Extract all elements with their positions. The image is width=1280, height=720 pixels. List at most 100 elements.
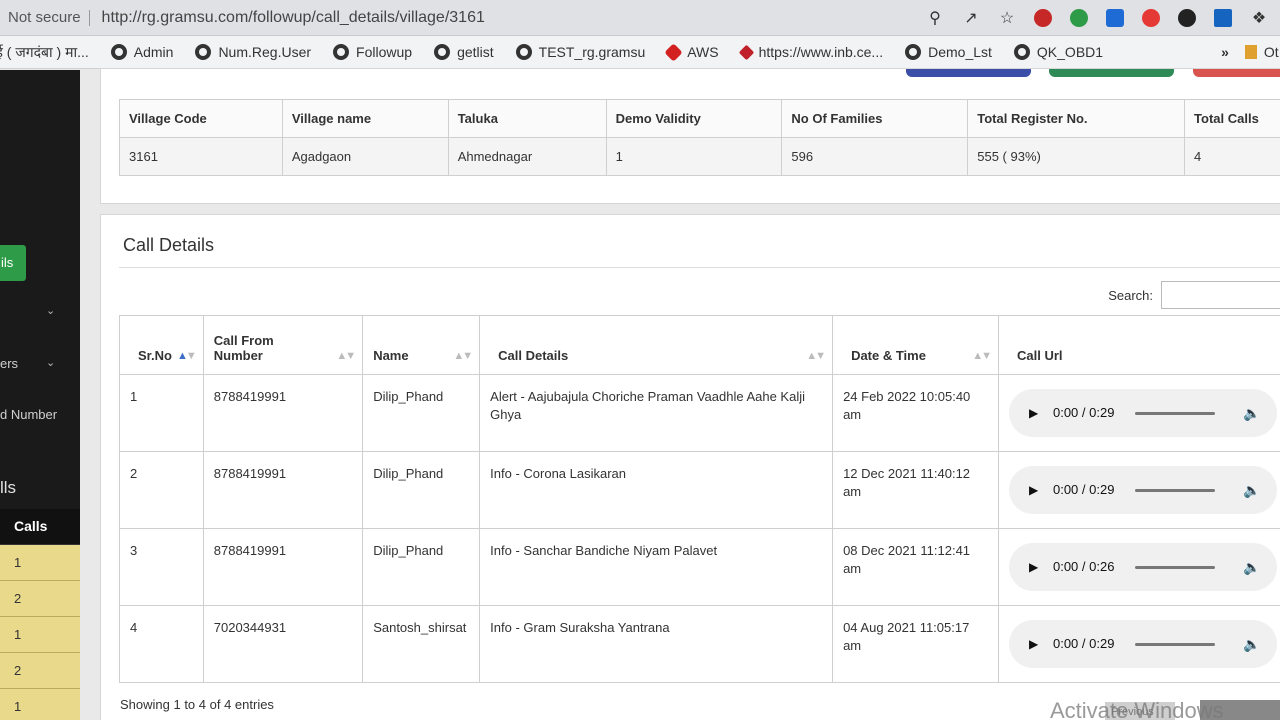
audio-cell: ▶ 0:00 / 0:29 🔈 <box>997 374 1280 452</box>
browser-address-bar: Not secure http://rg.gramsu.com/followup… <box>0 0 1280 36</box>
volume-icon[interactable]: 🔈 <box>1243 635 1260 653</box>
sidebar-calls-table: Calls 1 2 1 2 1 <box>0 509 80 720</box>
action-button[interactable] <box>1049 69 1174 77</box>
globe-icon <box>333 44 350 60</box>
action-button[interactable] <box>906 69 1031 77</box>
call-details-panel: Call Details Search: Sr.No ▲▼ Call From N… <box>100 214 1280 720</box>
table-row: 2 8788419991 Dilip_Phand Info - Corona L… <box>119 451 1280 529</box>
table-cell: 1 <box>605 137 783 176</box>
audio-progress-bar[interactable] <box>1134 411 1215 415</box>
column-header-call-from[interactable]: Call From Number ▲▼ <box>202 315 364 375</box>
action-button[interactable] <box>1193 69 1280 77</box>
star-icon[interactable]: ☆ <box>998 8 1016 28</box>
details-cell: Info - Gram Suraksha Yantrana <box>479 605 834 683</box>
audio-progress-bar[interactable] <box>1134 565 1215 569</box>
sr-no-cell: 2 <box>119 451 204 529</box>
bookmark-item[interactable]: QK_OBD1 <box>1013 44 1103 60</box>
column-header-sr-no[interactable]: Sr.No ▲▼ <box>119 315 204 375</box>
sidebar-item-users[interactable]: ers <box>0 356 18 371</box>
play-icon[interactable]: ▶ <box>1029 404 1043 422</box>
sort-icon[interactable]: ▲▼ <box>806 350 826 362</box>
sidebar-table-cell: 2 <box>0 581 80 617</box>
sort-icon[interactable]: ▲▼ <box>177 350 197 362</box>
table-cell: 596 <box>781 137 969 176</box>
play-icon[interactable]: ▶ <box>1029 558 1043 576</box>
sr-no-cell: 1 <box>119 374 204 452</box>
zoom-icon[interactable]: ⚲ <box>926 8 944 28</box>
village-table: Village Code Village name Taluka Demo Va… <box>119 99 1280 176</box>
chevron-down-icon[interactable]: ⌄ <box>46 304 55 317</box>
sort-icon[interactable]: ▲▼ <box>453 350 473 362</box>
bank-icon <box>738 44 754 60</box>
column-header-date-time[interactable]: Date & Time ▲▼ <box>832 315 999 375</box>
column-header: No Of Families <box>781 99 969 138</box>
sidebar-table-header: Calls <box>0 509 80 545</box>
audio-progress-bar[interactable] <box>1134 488 1215 492</box>
audio-time: 0:00 / 0:29 <box>1052 405 1115 420</box>
bookmark-item[interactable]: getlist <box>434 44 494 60</box>
sort-icon[interactable]: ▲▼ <box>336 350 356 362</box>
chevron-down-icon[interactable]: ⌄ <box>46 356 55 369</box>
play-icon[interactable]: ▶ <box>1029 635 1043 653</box>
number-cell: 8788419991 <box>202 451 364 529</box>
url-field[interactable]: http://rg.gramsu.com/followup/call_detai… <box>90 9 926 27</box>
sidebar-item-call-details[interactable]: ils <box>0 245 26 281</box>
bookmark-item[interactable]: TEST_rg.gramsu <box>515 44 645 60</box>
sort-icon[interactable]: ▲▼ <box>972 350 992 362</box>
audio-time: 0:00 / 0:29 <box>1052 636 1115 651</box>
globe-icon <box>1013 44 1030 60</box>
volume-icon[interactable]: 🔈 <box>1243 558 1260 576</box>
bookmarks-bar: ई ( जगदंबा ) मा... Admin Num.Reg.User Fo… <box>0 36 1280 69</box>
extension-icon[interactable] <box>1070 8 1088 27</box>
number-cell: 8788419991 <box>202 528 364 606</box>
datetime-cell: 12 Dec 2021 11:40:12 am <box>832 451 999 529</box>
play-icon[interactable]: ▶ <box>1029 481 1043 499</box>
share-icon[interactable]: ↗ <box>962 8 980 28</box>
audio-player: ▶ 0:00 / 0:29 🔈 <box>1008 466 1277 514</box>
globe-icon <box>434 44 451 60</box>
bookmark-item[interactable]: Demo_Lst <box>905 44 992 60</box>
column-header: Village name <box>281 99 449 138</box>
search-box: Search: <box>1108 281 1280 309</box>
column-header-call-details[interactable]: Call Details ▲▼ <box>479 315 834 375</box>
other-bookmarks[interactable]: Ot <box>1244 44 1279 60</box>
extension-icon[interactable] <box>1106 8 1124 27</box>
sidebar-table-cell: 2 <box>0 653 80 689</box>
extension-icon[interactable] <box>1034 8 1052 27</box>
globe-icon <box>110 44 127 60</box>
sidebar-table-cell: 1 <box>0 689 80 720</box>
audio-player: ▶ 0:00 / 0:29 🔈 <box>1008 389 1277 437</box>
table-cell: Agadgaon <box>281 137 449 176</box>
search-input[interactable] <box>1161 281 1280 309</box>
village-summary-panel: Village Code Village name Taluka Demo Va… <box>100 68 1280 204</box>
bookmark-item[interactable]: Admin <box>110 44 173 60</box>
volume-icon[interactable]: 🔈 <box>1243 404 1260 422</box>
extension-icon[interactable] <box>1178 8 1196 27</box>
audio-player: ▶ 0:00 / 0:26 🔈 <box>1008 543 1277 591</box>
column-header-call-url: Call Url <box>997 315 1280 375</box>
bookmark-item[interactable]: ई ( जगदंबा ) मा... <box>0 43 89 62</box>
details-cell: Alert - Aajubajula Choriche Praman Vaadh… <box>479 374 834 452</box>
search-label: Search: <box>1108 287 1153 303</box>
adblock-icon[interactable] <box>1142 8 1160 27</box>
audio-cell: ▶ 0:00 / 0:29 🔈 <box>997 605 1280 683</box>
column-header: Demo Validity <box>605 99 783 138</box>
bookmark-item[interactable]: AWS <box>664 42 719 62</box>
security-label[interactable]: Not secure <box>0 9 90 26</box>
name-cell: Santosh_shirsat <box>362 605 481 683</box>
sidebar-item-number[interactable]: d Number <box>0 407 57 422</box>
sr-no-cell: 4 <box>119 605 204 683</box>
volume-icon[interactable]: 🔈 <box>1243 481 1260 499</box>
table-cell: Ahmednagar <box>447 137 607 176</box>
column-header: Total Register No. <box>967 99 1186 138</box>
folder-icon <box>1244 45 1257 59</box>
bookmark-item[interactable]: Followup <box>333 44 412 60</box>
more-bookmarks-button[interactable]: » <box>1221 44 1229 60</box>
table-row: 4 7020344931 Santosh_shirsat Info - Gram… <box>119 605 1280 683</box>
puzzle-icon[interactable]: ❖ <box>1250 8 1268 28</box>
extension-icon[interactable] <box>1214 8 1232 27</box>
bookmark-item[interactable]: Num.Reg.User <box>195 44 311 60</box>
column-header-name[interactable]: Name ▲▼ <box>362 315 481 375</box>
bookmark-item[interactable]: https://www.inb.ce... <box>738 44 883 60</box>
audio-progress-bar[interactable] <box>1134 642 1215 646</box>
